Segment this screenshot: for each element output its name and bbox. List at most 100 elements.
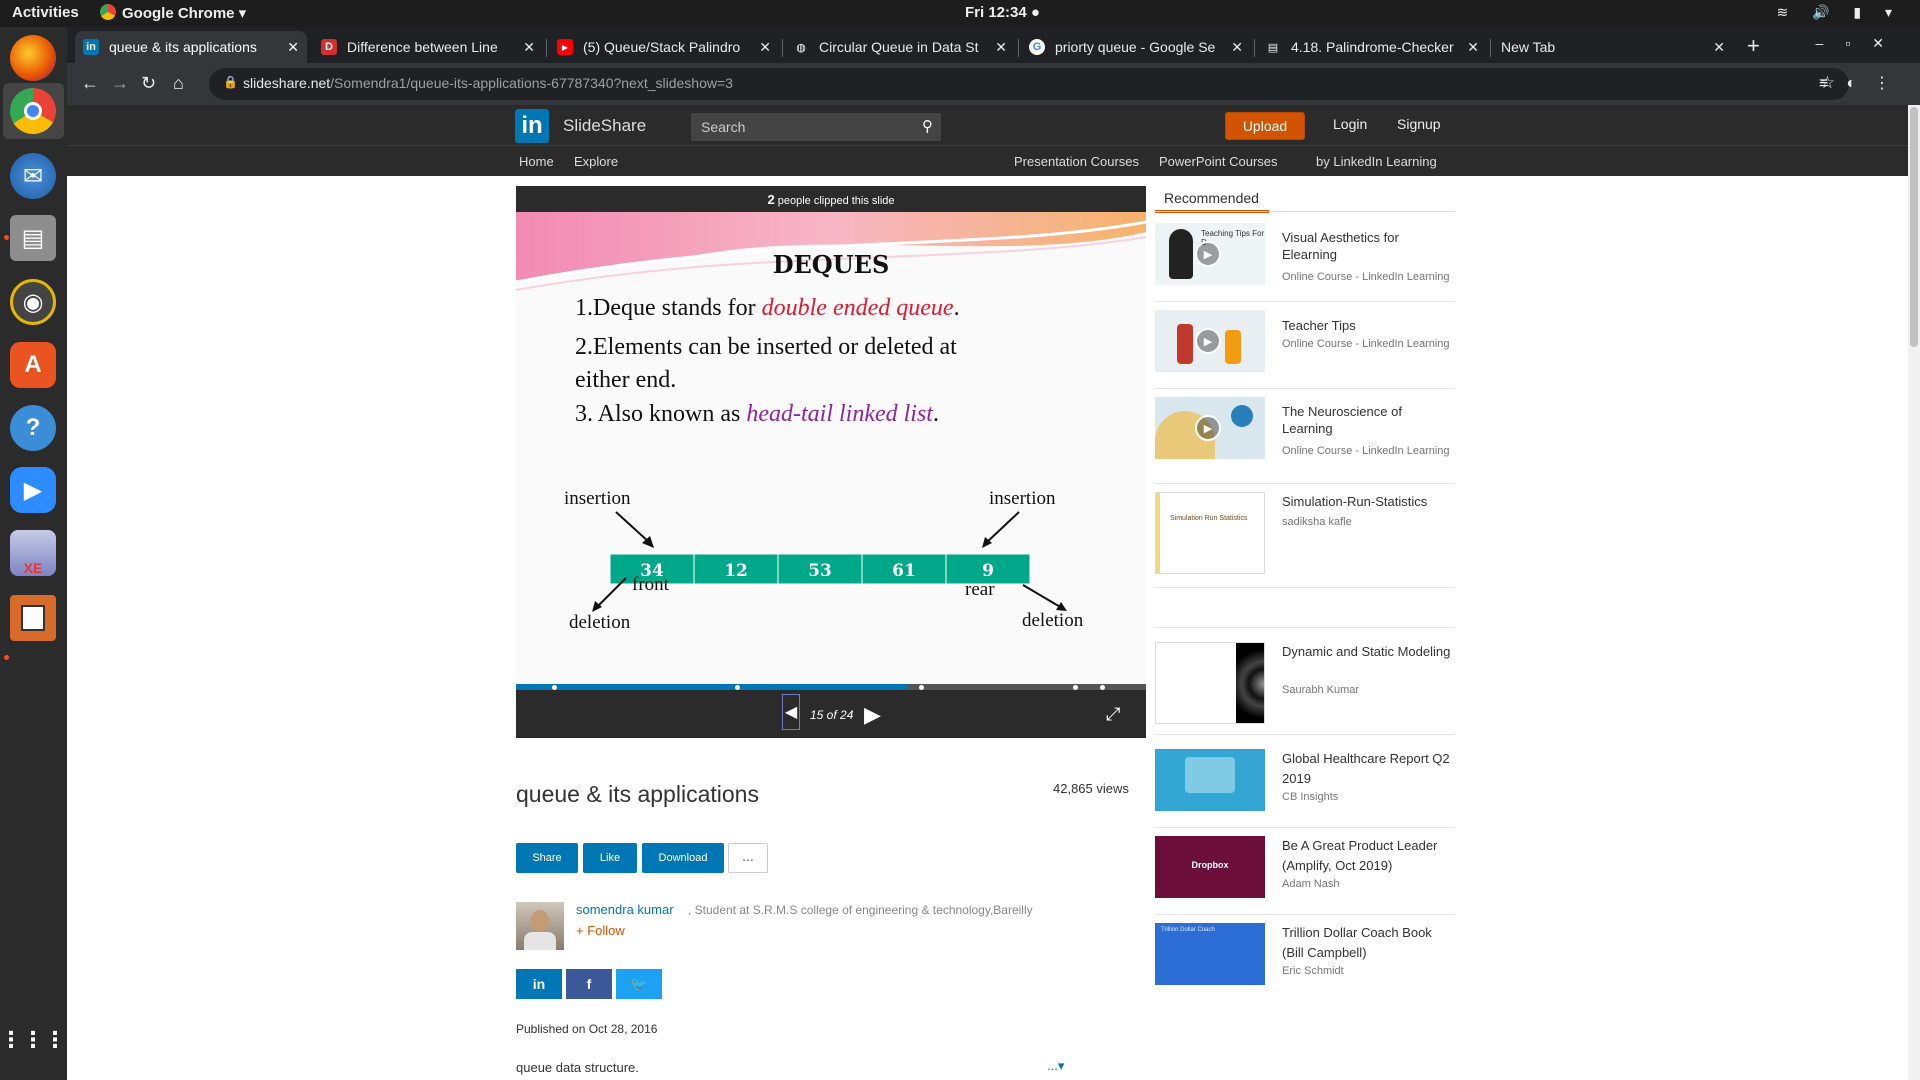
page-scrollbar[interactable]	[1908, 105, 1920, 1080]
reload-icon[interactable]: ↻	[141, 73, 156, 94]
database-xe-icon[interactable]: XE	[10, 530, 56, 576]
files-icon[interactable]: ▤	[10, 215, 56, 261]
system-tray[interactable]: ≋ 🔊 ▮ ▾	[1776, 4, 1902, 21]
slide-point-3: 3. Also known as head-tail linked list.	[575, 401, 939, 427]
rhythmbox-icon[interactable]: ◉	[10, 279, 56, 325]
forward-icon[interactable]: →	[111, 73, 129, 94]
chrome-small-icon	[100, 4, 116, 20]
toolbar-extensions[interactable]: ≡◐⋮	[1819, 73, 1908, 93]
close-tab-icon[interactable]: ✕	[1231, 39, 1243, 56]
scrollbar-thumb[interactable]	[1910, 107, 1918, 347]
chrome-window: in queue & its applications ✕ D Differen…	[67, 27, 1920, 1080]
previous-slide-icon[interactable]: ◀	[782, 694, 800, 730]
tab-palindrome-checker[interactable]: ▤ 4.18. Palindrome-Checker ✕	[1257, 31, 1487, 63]
share-twitter-icon[interactable]: 🐦	[616, 969, 662, 999]
slide-canvas[interactable]: DEQUES 1.Deque stands for double ended q…	[516, 212, 1146, 684]
sub-navigation: Home Explore Presentation Courses PowerP…	[67, 145, 1908, 176]
zoom-icon[interactable]: ▶	[10, 467, 56, 513]
slide-counter: 15 of 24	[810, 708, 854, 722]
impress-icon[interactable]	[10, 595, 56, 641]
arrow-deletion-right	[1022, 584, 1063, 609]
app-grid-icon[interactable]: ⋮⋮⋮	[0, 1017, 66, 1063]
clock[interactable]: Fri 12:34 ●	[965, 4, 1040, 21]
deque-cell-value: 12	[724, 561, 748, 581]
search-input[interactable]: Search ⚲	[691, 113, 941, 141]
linkedin-favicon-icon: in	[83, 39, 99, 55]
share-facebook-icon[interactable]: f	[566, 969, 612, 999]
slide-title: DEQUES	[773, 250, 890, 279]
recommended-item[interactable]: Dynamic and Static Modeling Saurabh Kuma…	[1155, 642, 1455, 735]
author-name-link[interactable]: somendra kumar	[576, 902, 674, 917]
recommended-item[interactable]: ▶ The Neuroscience of Learning Online Co…	[1155, 397, 1455, 484]
recommended-item[interactable]: Simulation Run Statistics Simulation-Run…	[1155, 492, 1455, 588]
label-deletion-left: deletion	[569, 612, 631, 633]
recommended-subtitle: Eric Schmidt	[1282, 965, 1344, 977]
avatar[interactable]	[516, 902, 564, 950]
play-icon[interactable]: ▶	[864, 702, 881, 728]
recommended-subtitle: Saurabh Kumar	[1282, 684, 1360, 696]
recommended-subtitle: Adam Nash	[1282, 878, 1340, 890]
recommended-item[interactable]: Teaching Tips For D ▶ Visual Aesthetics …	[1155, 223, 1455, 302]
share-linkedin-icon[interactable]: in	[516, 969, 562, 999]
recommended-subtitle: sadiksha kafle	[1282, 516, 1352, 528]
search-placeholder: Search	[701, 119, 746, 135]
search-icon[interactable]: ⚲	[922, 117, 933, 135]
window-controls[interactable]: –▫✕	[1816, 35, 1906, 52]
firefox-icon[interactable]	[10, 35, 56, 81]
nav-presentation-courses[interactable]: Presentation Courses	[1014, 154, 1139, 169]
app-menu[interactable]: Google Chrome ▾	[100, 4, 246, 22]
address-bar[interactable]: 🔒 slideshare.net/Somendra1/queue-its-app…	[209, 68, 1849, 100]
d-favicon-icon: D	[321, 39, 337, 55]
help-icon[interactable]: ?	[10, 405, 56, 451]
like-button[interactable]: Like	[583, 843, 637, 873]
show-more-link[interactable]: ...▾	[1047, 1058, 1064, 1074]
tab-youtube-palindrome[interactable]: ▶ (5) Queue/Stack Palindro ✕	[549, 31, 779, 63]
nav-explore[interactable]: Explore	[574, 154, 618, 169]
slideshare-logo[interactable]: in SlideShare	[515, 109, 646, 143]
software-icon[interactable]: A	[10, 342, 56, 388]
close-tab-icon[interactable]: ✕	[1467, 39, 1479, 56]
share-button[interactable]: Share	[516, 843, 578, 873]
activities-button[interactable]: Activities	[12, 4, 79, 21]
back-icon[interactable]: ←	[81, 73, 99, 94]
thumbnail: Dropbox	[1155, 836, 1265, 898]
published-date: Published on Oct 28, 2016	[516, 1022, 658, 1036]
arrow-insertion-left	[615, 511, 651, 544]
tab-new-tab[interactable]: New Tab ✕	[1493, 31, 1733, 63]
nav-powerpoint-courses[interactable]: PowerPoint Courses	[1159, 154, 1278, 169]
thunderbird-icon[interactable]: ✉	[10, 153, 56, 199]
download-button[interactable]: Download	[642, 843, 724, 873]
tab-circular-queue[interactable]: ◍ Circular Queue in Data St ✕	[785, 31, 1015, 63]
close-tab-icon[interactable]: ✕	[759, 39, 771, 56]
tab-recommended[interactable]: Recommended	[1155, 186, 1269, 213]
more-options-button[interactable]: ...	[728, 843, 768, 873]
nav-linkedin-learning[interactable]: by LinkedIn Learning	[1316, 154, 1437, 169]
running-indicator	[4, 235, 9, 240]
fullscreen-icon[interactable]: ⤢	[1106, 704, 1120, 725]
youtube-favicon-icon: ▶	[557, 39, 573, 55]
close-tab-icon[interactable]: ✕	[287, 39, 299, 56]
thumbnail	[1155, 749, 1265, 811]
recommended-title: Be A Great Product Leader (Amplify, Oct …	[1282, 838, 1438, 873]
recommended-item[interactable]: Trillion Dollar Coach Trillion Dollar Co…	[1155, 923, 1455, 1002]
follow-button[interactable]: + Follow	[576, 923, 625, 938]
recommended-item[interactable]: Dropbox Be A Great Product Leader (Ampli…	[1155, 836, 1455, 915]
tab-separator	[1018, 39, 1019, 57]
signup-link[interactable]: Signup	[1397, 116, 1441, 132]
tab-google-search[interactable]: G priorty queue - Google Se ✕	[1021, 31, 1251, 63]
tab-difference-between[interactable]: D Difference between Line ✕	[313, 31, 543, 63]
close-tab-icon[interactable]: ✕	[523, 39, 535, 56]
tab-queue-applications[interactable]: in queue & its applications ✕	[75, 31, 307, 63]
close-tab-icon[interactable]: ✕	[1713, 39, 1725, 56]
tab-title: (5) Queue/Stack Palindro	[583, 39, 741, 55]
close-tab-icon[interactable]: ✕	[995, 39, 1007, 56]
nav-home[interactable]: Home	[519, 154, 554, 169]
home-icon[interactable]: ⌂	[173, 73, 184, 94]
upload-button[interactable]: Upload	[1225, 112, 1305, 140]
recommended-item[interactable]: Global Healthcare Report Q2 2019 CB Insi…	[1155, 749, 1455, 828]
thumbnail: ▶	[1155, 397, 1265, 459]
chrome-icon[interactable]	[10, 88, 56, 134]
recommended-item[interactable]: ▶ Teacher Tips Online Course - LinkedIn …	[1155, 310, 1455, 389]
login-link[interactable]: Login	[1333, 116, 1367, 132]
new-tab-icon[interactable]: +	[1747, 33, 1760, 59]
